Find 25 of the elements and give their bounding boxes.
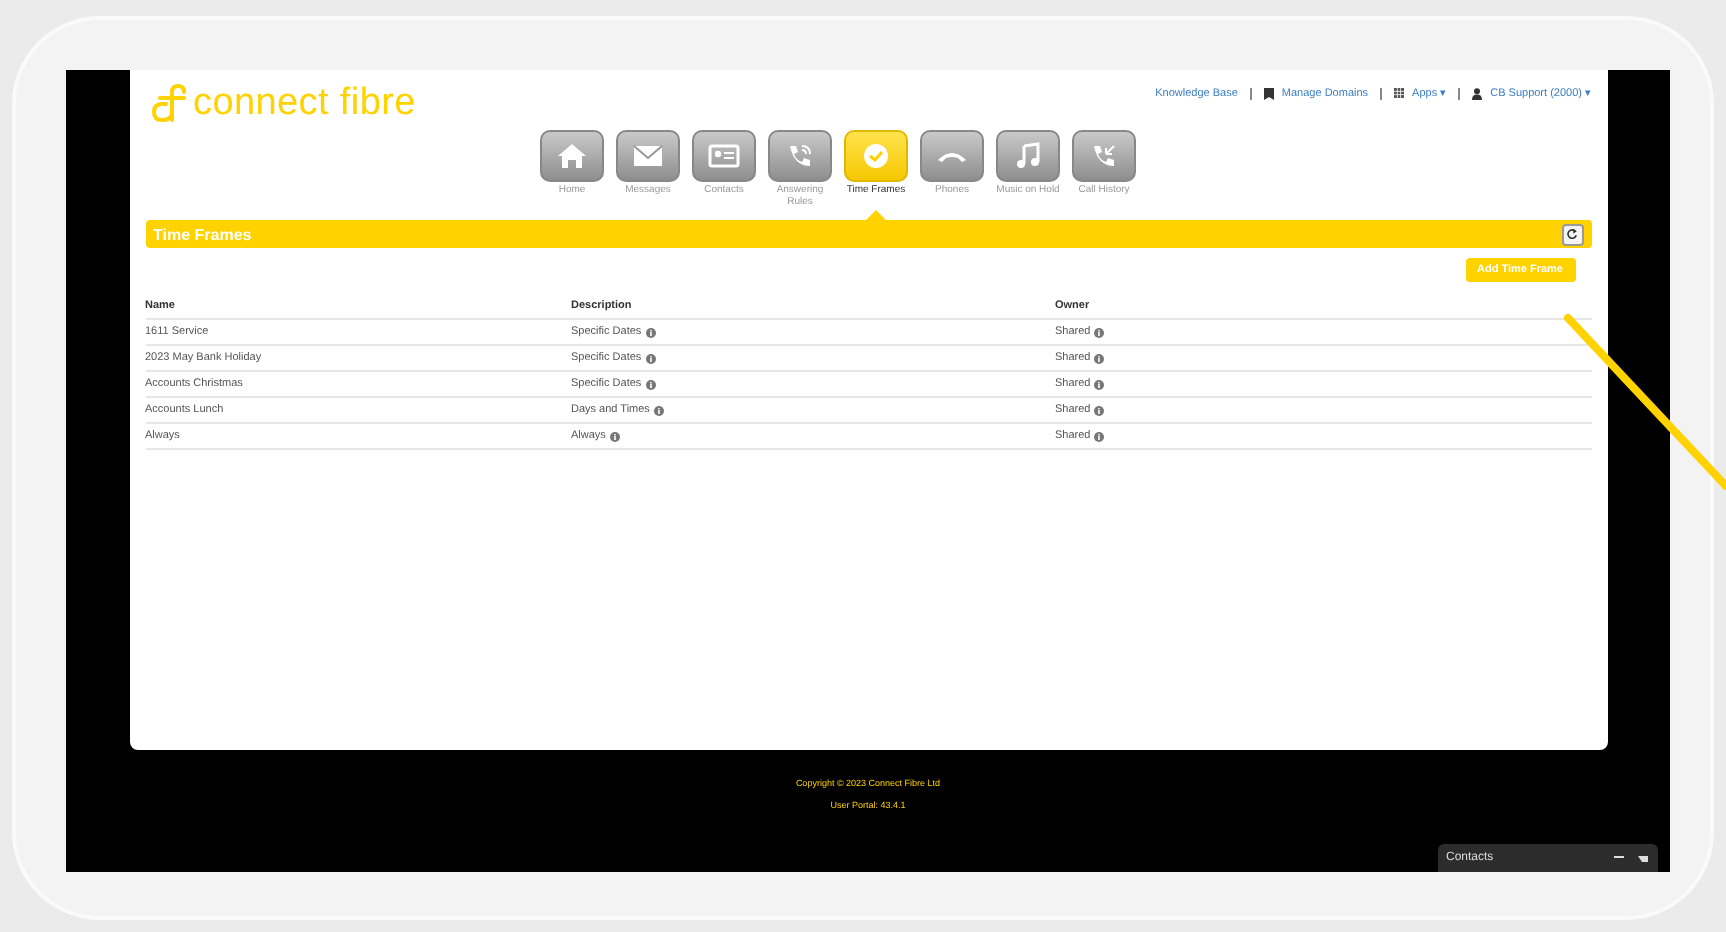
info-icon bbox=[1094, 327, 1105, 337]
info-icon bbox=[645, 327, 656, 337]
phone-history-icon bbox=[1088, 142, 1120, 170]
info-icon bbox=[1094, 353, 1105, 363]
info-icon bbox=[609, 431, 620, 441]
user-icon bbox=[1472, 87, 1483, 99]
info-icon bbox=[645, 379, 656, 389]
chat-controls-icon bbox=[1614, 853, 1650, 863]
phone-ringing-icon bbox=[784, 142, 816, 170]
refresh-button[interactable] bbox=[1561, 223, 1583, 245]
info-icon bbox=[1094, 405, 1105, 415]
info-icon bbox=[1094, 379, 1105, 389]
grid-icon bbox=[1394, 88, 1405, 98]
envelope-icon bbox=[632, 142, 664, 170]
bookmark-icon bbox=[1263, 87, 1274, 99]
logo-icon bbox=[149, 84, 185, 124]
info-icon bbox=[653, 405, 664, 415]
contact-card-icon bbox=[708, 142, 740, 170]
home-icon bbox=[556, 142, 588, 170]
music-note-icon bbox=[1012, 142, 1044, 170]
info-icon bbox=[1094, 431, 1105, 441]
info-icon bbox=[645, 353, 656, 363]
panel-title: Time Frames bbox=[153, 225, 252, 243]
refresh-icon bbox=[1566, 228, 1578, 240]
logo-text: connect fibre bbox=[193, 82, 416, 126]
